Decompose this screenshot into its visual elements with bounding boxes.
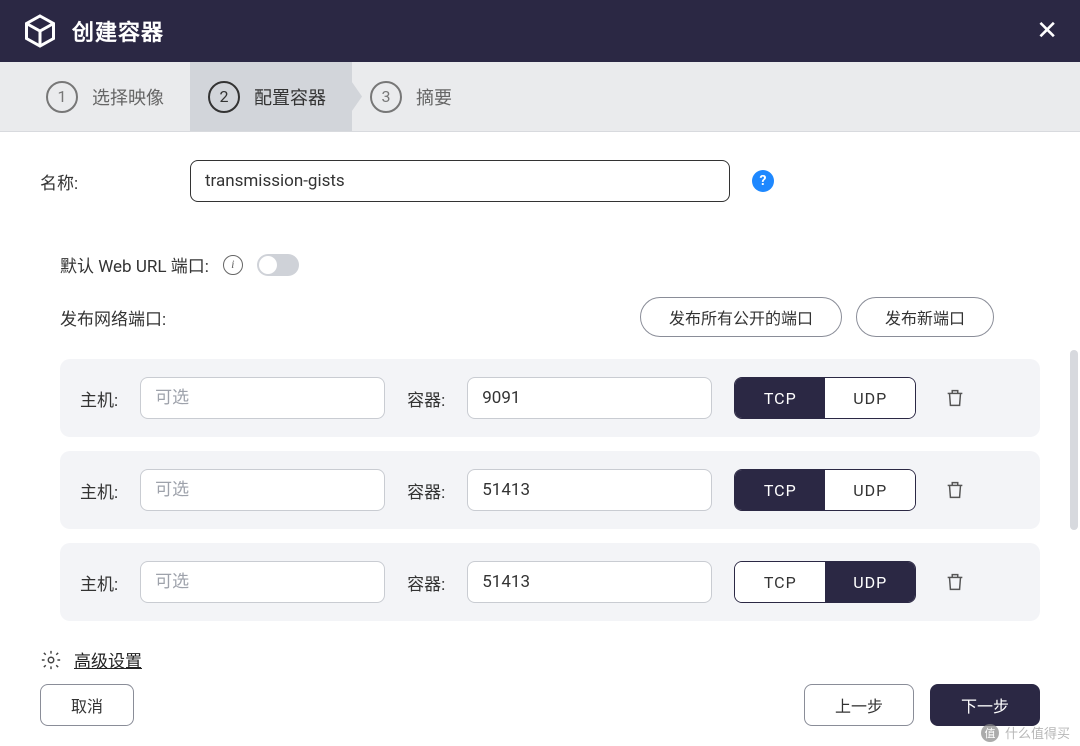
step-configure-container[interactable]: 2 配置容器	[190, 62, 352, 131]
host-port-input[interactable]	[140, 377, 385, 419]
default-port-label: 默认 Web URL 端口:	[60, 252, 209, 277]
port-row: 主机: 容器: TCP UDP	[60, 451, 1040, 529]
protocol-toggle: TCP UDP	[734, 469, 916, 511]
protocol-toggle: TCP UDP	[734, 377, 916, 419]
scrollbar[interactable]	[1070, 350, 1078, 530]
name-row: 名称: ?	[40, 160, 1040, 202]
close-icon[interactable]: ✕	[1036, 18, 1058, 44]
stepper: 1 选择映像 2 配置容器 3 摘要	[0, 62, 1080, 132]
step-label: 配置容器	[254, 84, 326, 110]
name-input[interactable]	[190, 160, 730, 202]
advanced-settings-link[interactable]: 高级设置	[74, 647, 142, 672]
port-row: 主机: 容器: TCP UDP	[60, 543, 1040, 621]
step-label: 选择映像	[92, 84, 164, 110]
default-port-toggle[interactable]	[257, 254, 299, 276]
port-row: 主机: 容器: TCP UDP	[60, 359, 1040, 437]
publish-ports-label: 发布网络端口:	[60, 305, 166, 330]
host-port-input[interactable]	[140, 561, 385, 603]
container-port-input[interactable]	[467, 561, 712, 603]
default-web-url-port-row: 默认 Web URL 端口: i	[60, 252, 1040, 277]
publish-all-ports-button[interactable]: 发布所有公开的端口	[640, 297, 842, 337]
publish-ports-row: 发布网络端口: 发布所有公开的端口 发布新端口	[60, 297, 1040, 337]
cube-icon	[22, 13, 58, 49]
footer-right: 上一步 下一步	[804, 684, 1040, 726]
dialog-title: 创建容器	[72, 15, 164, 47]
container-label: 容器:	[407, 386, 445, 411]
cancel-button[interactable]: 取消	[40, 684, 134, 726]
content-area: 名称: ? 默认 Web URL 端口: i 发布网络端口: 发布所有公开的端口…	[0, 132, 1080, 672]
step-label: 摘要	[416, 84, 452, 110]
next-button[interactable]: 下一步	[930, 684, 1040, 726]
tcp-button[interactable]: TCP	[735, 562, 825, 602]
protocol-toggle: TCP UDP	[734, 561, 916, 603]
udp-button[interactable]: UDP	[825, 562, 915, 602]
container-label: 容器:	[407, 478, 445, 503]
host-port-input[interactable]	[140, 469, 385, 511]
toggle-knob	[259, 256, 277, 274]
host-label: 主机:	[80, 386, 118, 411]
tcp-button[interactable]: TCP	[735, 470, 825, 510]
titlebar-left: 创建容器	[22, 13, 164, 49]
watermark-icon: 值	[981, 724, 999, 742]
step-number: 2	[208, 81, 240, 113]
container-label: 容器:	[407, 570, 445, 595]
step-number: 3	[370, 81, 402, 113]
step-summary[interactable]: 3 摘要	[352, 62, 478, 131]
trash-icon[interactable]	[944, 387, 966, 409]
info-icon[interactable]: i	[223, 255, 243, 275]
udp-button[interactable]: UDP	[825, 470, 915, 510]
trash-icon[interactable]	[944, 571, 966, 593]
step-select-image[interactable]: 1 选择映像	[28, 62, 190, 131]
step-number: 1	[46, 81, 78, 113]
publish-buttons: 发布所有公开的端口 发布新端口	[640, 297, 994, 337]
container-port-input[interactable]	[467, 377, 712, 419]
advanced-settings-row: 高级设置	[40, 647, 1040, 672]
trash-icon[interactable]	[944, 479, 966, 501]
help-icon[interactable]: ?	[752, 170, 774, 192]
name-label: 名称:	[40, 169, 180, 194]
prev-button[interactable]: 上一步	[804, 684, 914, 726]
publish-new-port-button[interactable]: 发布新端口	[856, 297, 994, 337]
footer: 取消 上一步 下一步	[40, 684, 1040, 726]
host-label: 主机:	[80, 570, 118, 595]
gear-icon	[40, 649, 62, 671]
container-port-input[interactable]	[467, 469, 712, 511]
titlebar: 创建容器 ✕	[0, 0, 1080, 62]
host-label: 主机:	[80, 478, 118, 503]
tcp-button[interactable]: TCP	[735, 378, 825, 418]
udp-button[interactable]: UDP	[825, 378, 915, 418]
